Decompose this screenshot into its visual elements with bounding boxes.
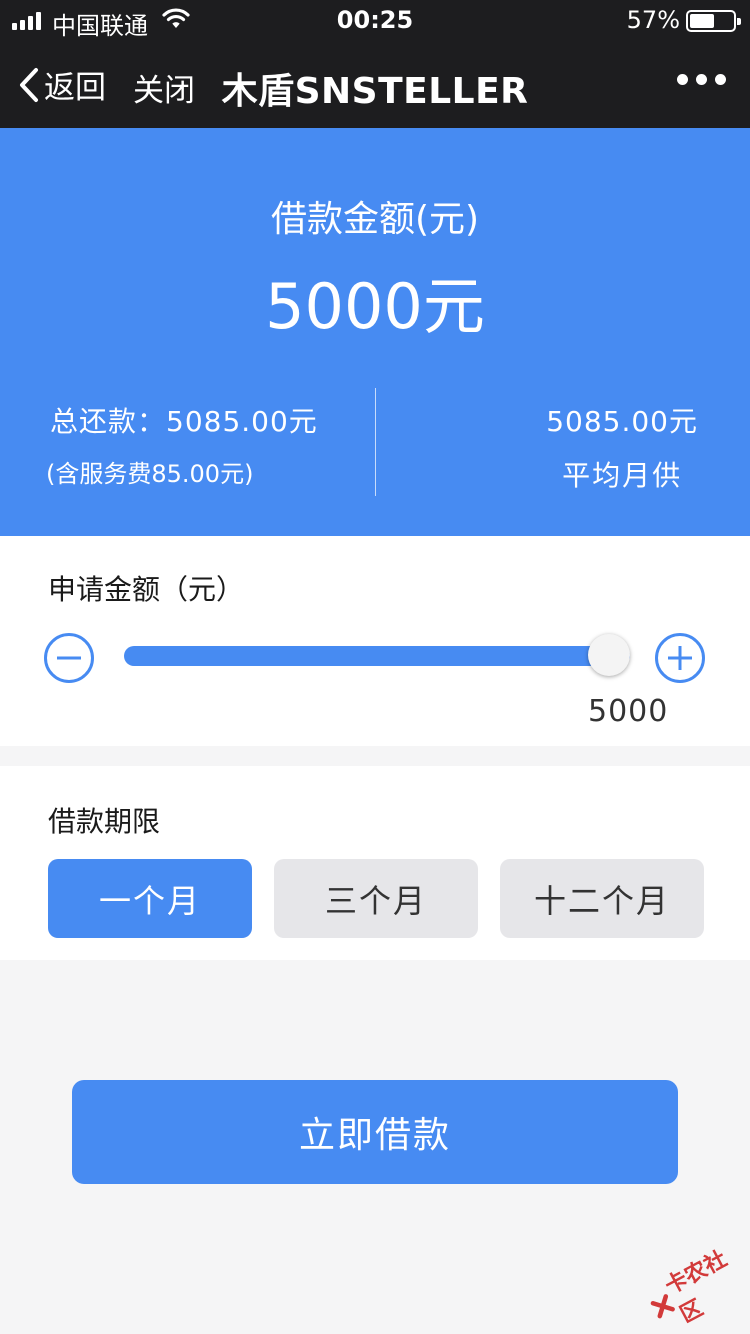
apply-amount-section: 申请金额（元） 5000 xyxy=(0,536,750,746)
loan-amount-label: 借款金额(元) xyxy=(270,199,480,240)
watermark-logo: 卡农社区 xyxy=(639,1235,750,1334)
status-bar: 中国联通 00:25 57% xyxy=(0,0,750,40)
minus-icon[interactable] xyxy=(43,632,95,684)
watermark-text: 卡农社区 xyxy=(661,1246,732,1328)
plus-icon[interactable] xyxy=(654,632,706,684)
loan-amount-value: 5000元 xyxy=(265,270,485,343)
total-repay-text: 总还款：5085.00元 xyxy=(50,405,318,438)
monthly-payment-label: 平均月供 xyxy=(562,459,683,492)
borrow-now-button[interactable]: 立即借款 xyxy=(72,1080,678,1184)
loan-term-section: 借款期限 一个月 三个月 十二个月 xyxy=(0,766,750,960)
loan-term-label: 借款期限 xyxy=(48,805,161,838)
nav-bar: 返回 关闭 木盾SNSTELLER xyxy=(0,40,750,128)
amount-slider-track[interactable] xyxy=(124,646,630,666)
monthly-payment-block: 5085.00元 平均月供 xyxy=(546,400,698,494)
loan-term-options: 一个月 三个月 十二个月 xyxy=(48,859,704,938)
more-dots-icon[interactable] xyxy=(677,74,726,85)
amount-slider-handle[interactable] xyxy=(588,634,630,676)
apply-amount-label: 申请金额（元） xyxy=(48,573,245,606)
apply-amount-value: 5000 xyxy=(588,694,669,729)
total-repay-block: 总还款：5085.00元 (含服务费85.00元) xyxy=(46,400,318,489)
term-option-twelve-months[interactable]: 十二个月 xyxy=(500,859,704,938)
summary-divider xyxy=(375,388,376,496)
battery-icon xyxy=(686,10,741,32)
loan-summary-panel: 借款金额(元) 5000元 总还款：5085.00元 (含服务费85.00元) … xyxy=(0,128,750,536)
term-option-one-month[interactable]: 一个月 xyxy=(48,859,252,938)
service-fee-text: (含服务费85.00元) xyxy=(46,460,254,488)
battery-percentage: 57% xyxy=(626,6,680,34)
monthly-payment-value: 5085.00元 xyxy=(546,405,698,438)
page-title: 木盾SNSTELLER xyxy=(221,71,529,112)
term-option-three-months[interactable]: 三个月 xyxy=(274,859,478,938)
